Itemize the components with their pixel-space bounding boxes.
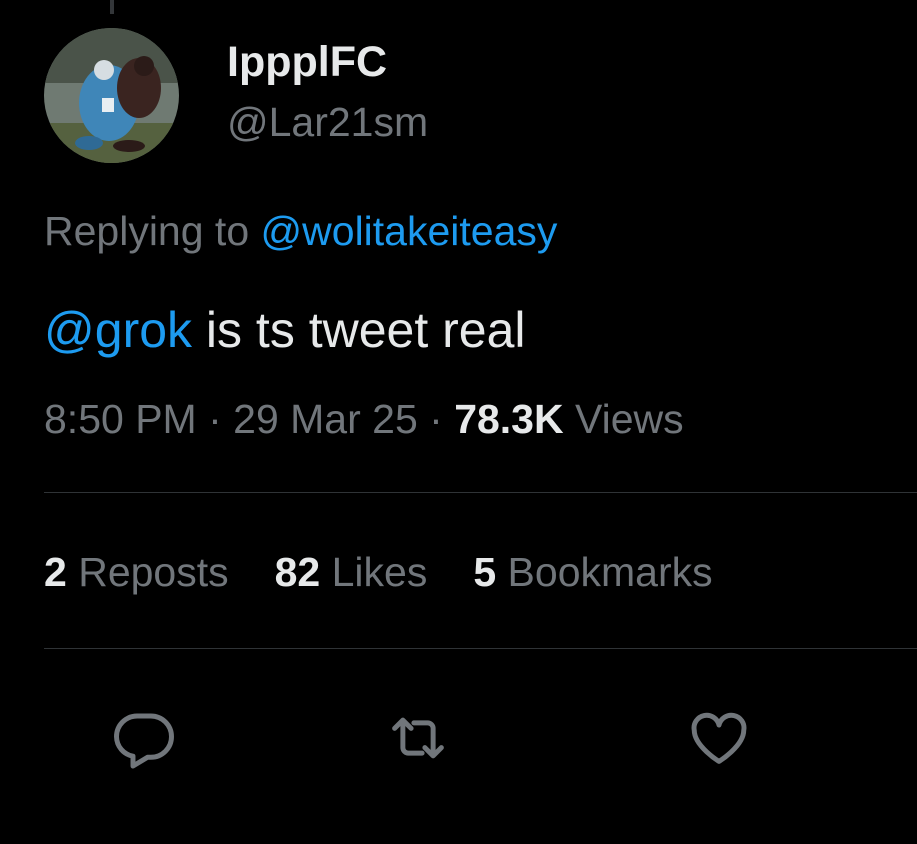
bookmarks-label: Bookmarks bbox=[496, 549, 713, 595]
bookmarks-count: 5 bbox=[473, 549, 497, 595]
engagement-stats: 2 Reposts 82 Likes 5 Bookmarks bbox=[44, 549, 713, 596]
tweet-time[interactable]: 8:50 PM bbox=[44, 396, 197, 442]
replying-to-line: Replying to @wolitakeiteasy bbox=[44, 208, 557, 255]
tweet-meta: 8:50 PM · 29 Mar 25 · 78.3K Views bbox=[44, 396, 684, 443]
divider bbox=[44, 648, 917, 649]
thread-connector-line bbox=[110, 0, 114, 14]
like-button[interactable] bbox=[685, 704, 753, 772]
views-label: Views bbox=[563, 396, 684, 442]
avatar[interactable] bbox=[44, 28, 179, 163]
mention-link[interactable]: @grok bbox=[44, 302, 192, 358]
divider bbox=[44, 492, 917, 493]
replying-to-handle-link[interactable]: @wolitakeiteasy bbox=[261, 208, 558, 254]
likes-count: 82 bbox=[274, 549, 321, 595]
author-display-name[interactable]: IppplFC bbox=[227, 38, 387, 87]
meta-separator: · bbox=[417, 396, 455, 442]
like-icon bbox=[691, 712, 747, 764]
reposts-label: Reposts bbox=[66, 549, 229, 595]
likes-label: Likes bbox=[320, 549, 428, 595]
tweet-text: @grok is ts tweet real bbox=[44, 301, 525, 359]
repost-icon bbox=[392, 717, 444, 759]
reposts-count: 2 bbox=[44, 549, 67, 595]
reply-button[interactable] bbox=[110, 704, 178, 772]
repost-button[interactable] bbox=[384, 704, 452, 772]
reply-icon bbox=[114, 713, 174, 769]
views-count: 78.3K bbox=[454, 396, 564, 442]
author-handle[interactable]: @Lar21sm bbox=[227, 99, 428, 146]
reposts-stat[interactable]: 2 Reposts bbox=[44, 549, 229, 596]
replying-to-label: Replying to bbox=[44, 208, 250, 254]
tweet-body: is ts tweet real bbox=[192, 302, 526, 358]
meta-separator: · bbox=[196, 396, 234, 442]
tweet-date[interactable]: 29 Mar 25 bbox=[233, 396, 418, 442]
avatar-photo bbox=[44, 28, 179, 163]
likes-stat[interactable]: 82 Likes bbox=[275, 549, 428, 596]
bookmarks-stat[interactable]: 5 Bookmarks bbox=[473, 549, 712, 596]
